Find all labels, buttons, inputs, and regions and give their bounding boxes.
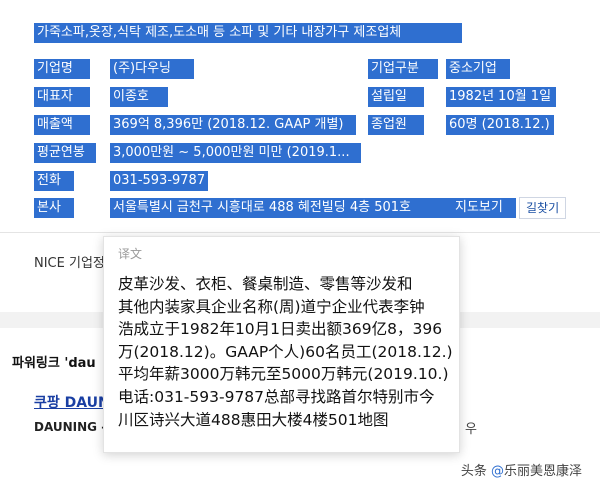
trailing-text: 우	[465, 422, 477, 437]
founded-value: 1982년 10월 1일	[446, 87, 556, 107]
avg-salary-label: 평균연봉	[34, 143, 96, 163]
hq-address-value: 서울특별시 금천구 시흥대로 488 혜전빌딩 4층 501호	[110, 198, 454, 218]
powerlink-heading: 파워링크 'dau	[12, 356, 96, 371]
avg-salary-value: 3,000만원 ~ 5,000만원 미만 (2019.1...	[110, 143, 361, 163]
coupang-ad-link[interactable]: 쿠팡 DAUN	[34, 392, 110, 412]
revenue-value: 369억 8,396만 (2018.12. GAAP 개별)	[110, 115, 356, 135]
translation-popup-text: 皮革沙发、衣柜、餐桌制造、零售等沙发和 其他内装家具企业名称(周)道宁企业代表李…	[118, 275, 453, 429]
watermark-at: @	[490, 464, 504, 479]
company-type-value: 중소기업	[446, 59, 510, 79]
directions-button[interactable]: 길찾기	[519, 197, 567, 219]
revenue-label: 매출액	[34, 115, 90, 135]
translation-popup: 译文 皮革沙发、衣柜、餐桌制造、零售等沙发和 其他内装家具企业名称(周)道宁企业…	[103, 236, 460, 453]
company-type-label: 기업구분	[368, 59, 438, 79]
phone-label: 전화	[34, 171, 74, 191]
section-divider	[0, 232, 600, 233]
hq-label: 본사	[34, 198, 74, 218]
toutiao-watermark: 头条 @乐丽美恩康泽	[461, 460, 582, 479]
ceo-value: 이종호	[110, 87, 168, 107]
dauning-ad-text: DAUNING -	[34, 420, 107, 434]
nice-company-info-link[interactable]: NICE 기업정	[34, 252, 105, 271]
employees-label: 종업원	[368, 115, 424, 135]
founded-label: 설립일	[368, 87, 424, 107]
description-header: 가죽소파,옷장,식탁 제조,도소매 등 소파 및 기타 내장가구 제조업체	[34, 23, 462, 43]
watermark-prefix: 头条	[460, 464, 491, 479]
ceo-label: 대표자	[34, 87, 90, 107]
phone-value: 031-593-9787	[110, 171, 208, 191]
company-name-value: (주)다우닝	[110, 59, 194, 79]
watermark-name: 乐丽美恩康泽	[503, 464, 582, 479]
company-name-label: 기업명	[34, 59, 90, 79]
map-link[interactable]: 지도보기	[452, 198, 516, 218]
employees-value: 60명 (2018.12.)	[446, 115, 554, 135]
translation-popup-title: 译文	[118, 247, 143, 261]
